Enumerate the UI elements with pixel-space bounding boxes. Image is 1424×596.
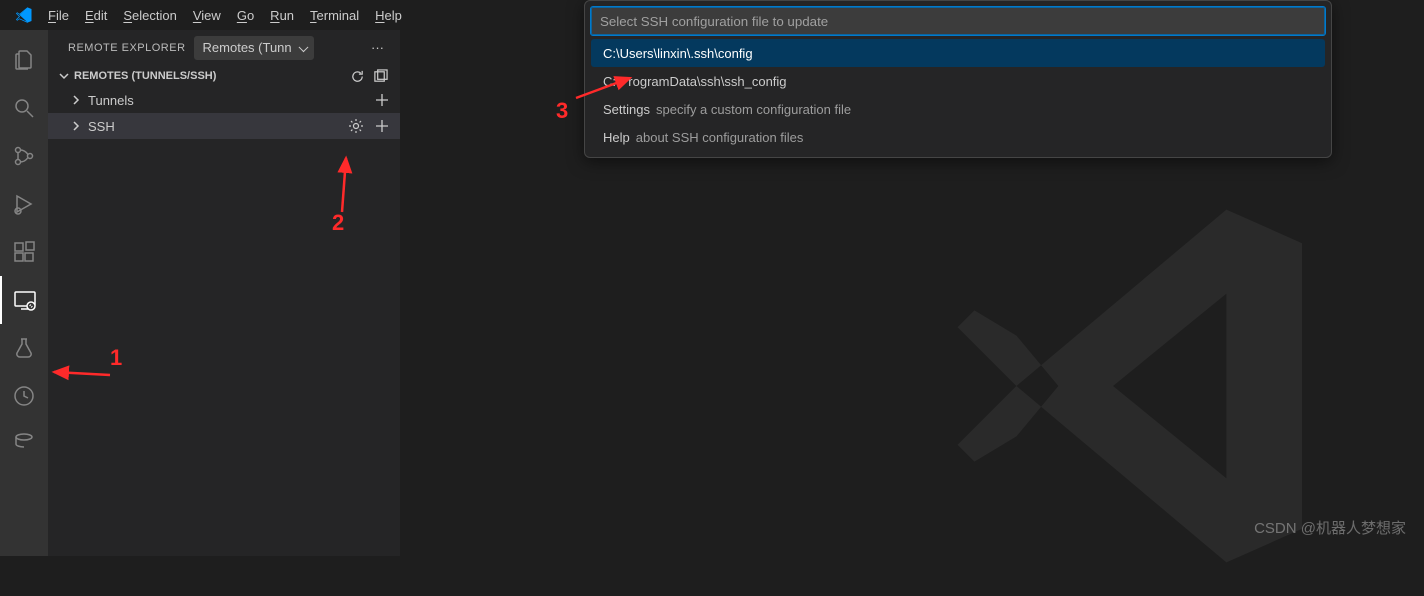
gear-icon[interactable] <box>348 118 364 134</box>
tree-item-ssh[interactable]: SSH <box>48 113 400 139</box>
explorer-icon[interactable] <box>0 36 48 84</box>
qi-label: C:\Users\linxin\.ssh\config <box>603 46 753 61</box>
qi-label: Settings <box>603 102 650 117</box>
qi-item-help[interactable]: Help about SSH configuration files <box>591 123 1325 151</box>
chevron-right-icon <box>70 94 82 106</box>
search-icon[interactable] <box>0 84 48 132</box>
plus-icon[interactable] <box>374 118 390 134</box>
refresh-icon[interactable] <box>348 69 367 84</box>
menu-items: File Edit Selection View Go Run Terminal… <box>40 0 410 30</box>
tree-label-ssh: SSH <box>88 119 115 134</box>
more-icon[interactable]: ··· <box>367 36 388 59</box>
menu-help[interactable]: Help <box>367 0 410 30</box>
qi-hint: about SSH configuration files <box>636 130 804 145</box>
chevron-down-icon <box>58 70 70 82</box>
tree-label-tunnels: Tunnels <box>88 93 134 108</box>
source-control-icon[interactable] <box>0 132 48 180</box>
vscode-logo-icon <box>8 6 40 24</box>
csdn-watermark: CSDN @机器人梦想家 <box>1254 517 1406 538</box>
remote-explorer-icon[interactable] <box>0 276 48 324</box>
database-icon[interactable] <box>0 420 48 468</box>
activity-bar <box>0 30 48 556</box>
menu-view[interactable]: View <box>185 0 229 30</box>
flame-icon[interactable] <box>0 372 48 420</box>
plus-icon[interactable] <box>374 92 390 108</box>
menu-terminal[interactable]: Terminal <box>302 0 367 30</box>
qi-label: C:\ProgramData\ssh\ssh_config <box>603 74 787 89</box>
quick-input: C:\Users\linxin\.ssh\config C:\ProgramDa… <box>584 0 1332 158</box>
qi-item-user-config[interactable]: C:\Users\linxin\.ssh\config <box>591 39 1325 67</box>
qi-item-settings[interactable]: Settings specify a custom configuration … <box>591 95 1325 123</box>
menu-run[interactable]: Run <box>262 0 302 30</box>
section-header[interactable]: REMOTES (TUNNELS/SSH) <box>48 65 400 87</box>
testing-icon[interactable] <box>0 324 48 372</box>
chevron-right-icon <box>70 120 82 132</box>
tree-item-tunnels[interactable]: Tunnels <box>48 87 400 113</box>
quick-input-list: C:\Users\linxin\.ssh\config C:\ProgramDa… <box>591 39 1325 151</box>
qi-item-programdata-config[interactable]: C:\ProgramData\ssh\ssh_config <box>591 67 1325 95</box>
qi-label: Help <box>603 130 630 145</box>
ssh-config-input[interactable] <box>591 7 1325 35</box>
new-window-icon[interactable] <box>371 69 390 84</box>
qi-hint: specify a custom configuration file <box>656 102 851 117</box>
section-title: REMOTES (TUNNELS/SSH) <box>74 70 216 82</box>
sidebar-title-row: REMOTE EXPLORER Remotes (Tunn ··· <box>48 30 400 65</box>
menu-file[interactable]: File <box>40 0 77 30</box>
menu-go[interactable]: Go <box>229 0 262 30</box>
remotes-dropdown[interactable]: Remotes (Tunn <box>194 36 314 60</box>
remotes-dropdown-label: Remotes (Tunn <box>203 40 292 55</box>
menu-edit[interactable]: Edit <box>77 0 115 30</box>
sidebar: REMOTE EXPLORER Remotes (Tunn ··· REMOTE… <box>48 30 400 556</box>
extensions-icon[interactable] <box>0 228 48 276</box>
menu-selection[interactable]: Selection <box>115 0 184 30</box>
sidebar-title: REMOTE EXPLORER <box>68 42 186 54</box>
run-debug-icon[interactable] <box>0 180 48 228</box>
